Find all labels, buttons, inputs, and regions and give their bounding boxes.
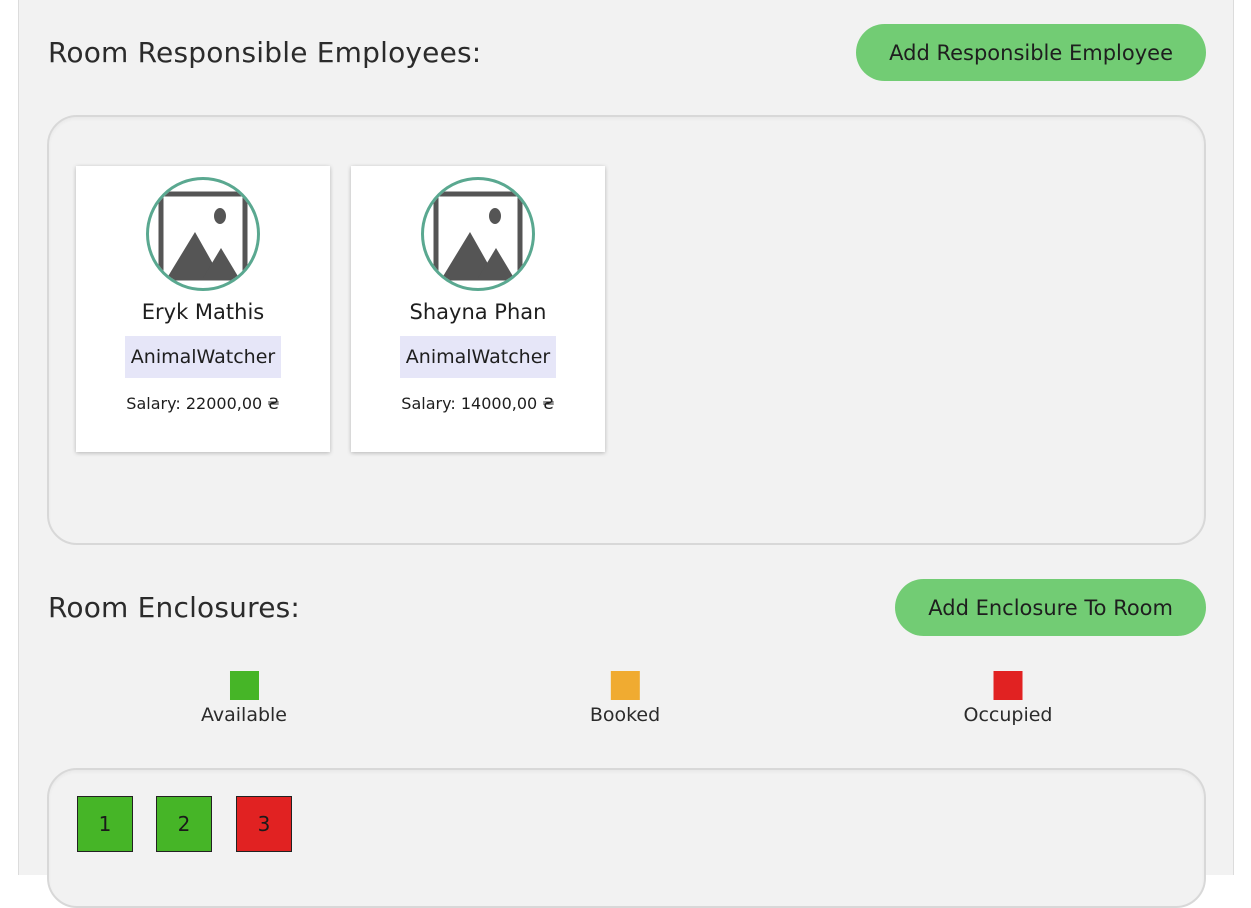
employee-name: Shayna Phan <box>409 300 547 324</box>
employees-section-title: Room Responsible Employees: <box>48 36 482 69</box>
salary-label: Salary: <box>126 394 181 413</box>
employee-role-badge: AnimalWatcher <box>124 336 282 378</box>
legend-swatch-occupied <box>993 671 1023 700</box>
employee-name: Eryk Mathis <box>141 300 265 324</box>
legend-label: Available <box>200 704 288 726</box>
add-responsible-employee-button[interactable]: Add Responsible Employee <box>856 24 1206 81</box>
image-placeholder-icon <box>158 191 248 281</box>
legend-item-occupied: Occupied <box>963 671 1053 726</box>
avatar <box>421 177 535 291</box>
salary-value: 22000,00 ₴ <box>185 394 280 413</box>
employee-salary: Salary: 22000,00 ₴ <box>76 394 330 413</box>
legend-item-available: Available <box>201 671 287 726</box>
salary-value: 14000,00 ₴ <box>460 394 555 413</box>
enclosures-section-header: Room Enclosures: Add Enclosure To Room <box>48 579 1206 636</box>
legend-label: Booked <box>589 704 661 726</box>
employees-panel: Eryk Mathis AnimalWatcher Salary: 22000,… <box>47 115 1206 545</box>
employee-role-badge: AnimalWatcher <box>399 336 557 378</box>
employees-section-header: Room Responsible Employees: Add Responsi… <box>48 24 1206 81</box>
legend-swatch-booked <box>610 671 640 700</box>
employee-card[interactable]: Shayna Phan AnimalWatcher Salary: 14000,… <box>351 166 605 452</box>
legend-item-booked: Booked <box>590 671 660 726</box>
legend-label: Occupied <box>963 704 1053 726</box>
legend-swatch-available <box>229 671 259 700</box>
employee-card[interactable]: Eryk Mathis AnimalWatcher Salary: 22000,… <box>76 166 330 452</box>
salary-label: Salary: <box>401 394 456 413</box>
image-placeholder-icon <box>433 191 523 281</box>
avatar <box>146 177 260 291</box>
enclosures-section-title: Room Enclosures: <box>48 591 301 624</box>
room-details-page: Room Responsible Employees: Add Responsi… <box>18 0 1234 908</box>
employee-salary: Salary: 14000,00 ₴ <box>351 394 605 413</box>
enclosure-tile[interactable]: 1 <box>77 796 133 852</box>
enclosure-tile[interactable]: 2 <box>156 796 212 852</box>
enclosures-panel: 1 2 3 <box>47 768 1206 908</box>
enclosure-tile[interactable]: 3 <box>236 796 292 852</box>
add-enclosure-to-room-button[interactable]: Add Enclosure To Room <box>895 579 1206 636</box>
